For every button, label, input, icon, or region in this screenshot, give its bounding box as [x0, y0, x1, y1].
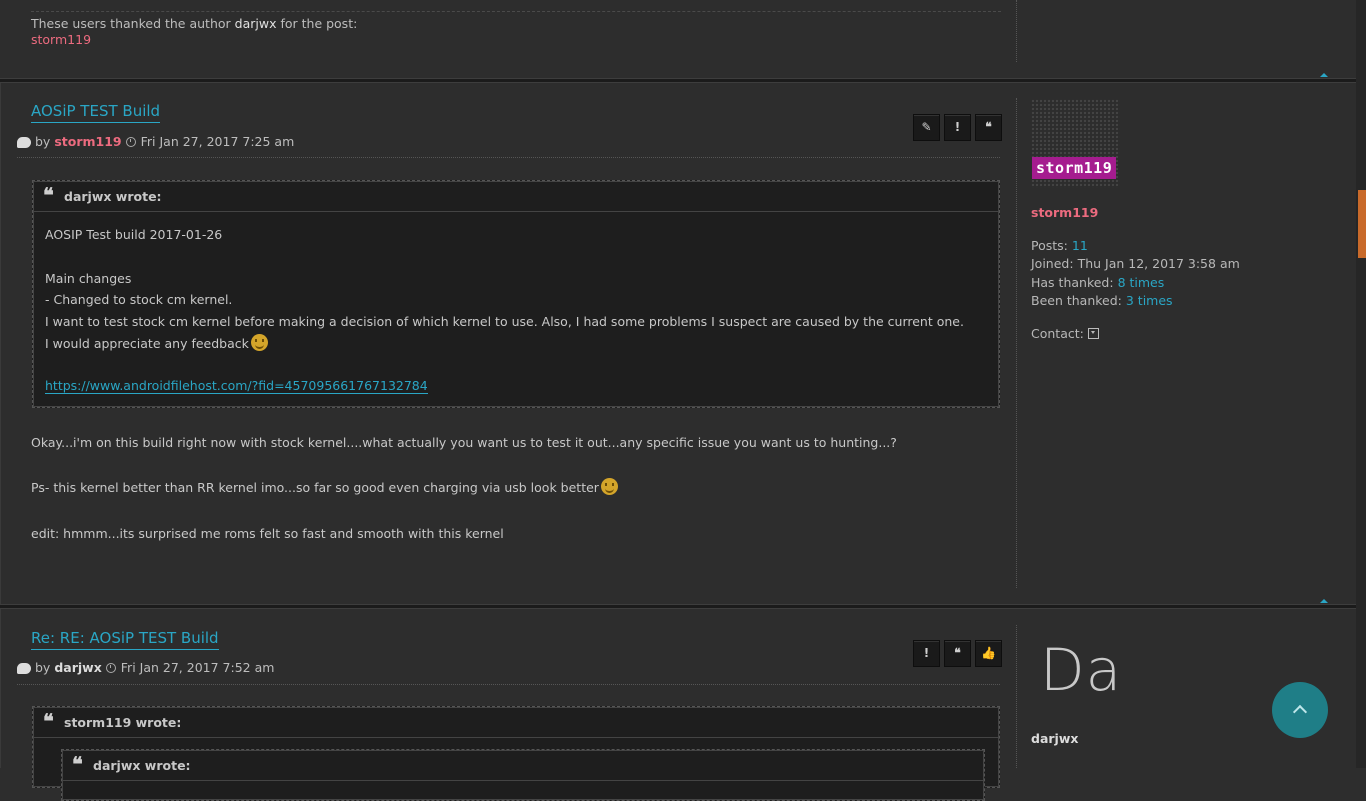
- posts-label: Posts:: [1031, 238, 1068, 253]
- by-label: by: [35, 134, 51, 149]
- edit-button[interactable]: ✎: [913, 114, 940, 141]
- quote-icon: ❝: [43, 709, 54, 733]
- profile-divider: [1016, 0, 1017, 62]
- quote-header: ❝ darjwx wrote:: [33, 181, 999, 212]
- nested-quote-author: darjwx wrote:: [93, 758, 191, 773]
- thank-button[interactable]: 👍: [975, 640, 1002, 667]
- profile-divider: [1016, 625, 1017, 768]
- joined-label: Joined:: [1031, 256, 1074, 271]
- post-date: Fri Jan 27, 2017 7:52 am: [120, 660, 275, 675]
- nested-quote-header: ❝ darjwx wrote:: [62, 750, 984, 781]
- has-thanked-label: Has thanked:: [1031, 275, 1114, 290]
- thanked-user-link[interactable]: storm119: [31, 32, 91, 47]
- avatar-name-tag: storm119: [1032, 157, 1117, 179]
- profile-username[interactable]: storm119: [1031, 205, 1098, 220]
- quote-icon: ❝: [43, 183, 54, 207]
- post-author-link[interactable]: darjwx: [54, 660, 101, 675]
- contact-label: Contact:: [1031, 326, 1084, 341]
- thanks-line: These users thanked the author darjwx fo…: [31, 16, 357, 31]
- edit-icon: ✎: [921, 120, 932, 134]
- been-thanked-link[interactable]: 3 times: [1126, 293, 1173, 308]
- report-button[interactable]: !: [913, 640, 940, 667]
- thanks-prefix: These users thanked the author: [31, 16, 231, 31]
- post-date: Fri Jan 27, 2017 7:25 am: [140, 134, 295, 149]
- quote-header: ❝ storm119 wrote:: [33, 707, 999, 738]
- back-to-top-icon[interactable]: [1320, 73, 1328, 77]
- report-icon: !: [954, 120, 961, 134]
- quote-button[interactable]: ❝: [944, 640, 971, 667]
- post-byline: by storm119 Fri Jan 27, 2017 7:25 am: [17, 134, 294, 149]
- profile-contact: Contact:: [1031, 326, 1099, 341]
- quote-icon: ❝: [72, 752, 83, 776]
- quote-line: AOSIP Test build 2017-01-26: [45, 227, 223, 242]
- quote-author: darjwx wrote:: [64, 189, 162, 204]
- quote-block: ❝ darjwx wrote: AOSIP Test build 2017-01…: [32, 180, 1000, 408]
- clock-icon: [105, 663, 116, 673]
- scrollbar-thumb[interactable]: [1358, 190, 1366, 258]
- post-icon: [17, 663, 31, 674]
- wink-emoji-icon: [600, 478, 618, 495]
- been-thanked-label: Been thanked:: [1031, 293, 1122, 308]
- profile-posts: Posts: 11: [1031, 238, 1088, 253]
- quote-icon: ❝: [954, 646, 961, 660]
- post-byline: by darjwx Fri Jan 27, 2017 7:52 am: [17, 660, 274, 675]
- joined-value: Thu Jan 12, 2017 3:58 am: [1077, 256, 1240, 271]
- divider: [31, 11, 1001, 12]
- quote-line: - Changed to stock cm kernel.: [45, 292, 233, 307]
- thanks-author[interactable]: darjwx: [235, 16, 277, 31]
- post-body-line: edit: hmmm...its surprised me roms felt …: [31, 526, 504, 541]
- quote-icon: ❝: [985, 120, 992, 134]
- thumbs-up-icon: 👍: [981, 646, 996, 660]
- scrollbar-track[interactable]: [1356, 0, 1366, 768]
- quote-line: Main changes: [45, 271, 132, 286]
- has-thanked-link[interactable]: 8 times: [1118, 275, 1165, 290]
- quote-line-text: I would appreciate any feedback: [45, 336, 249, 351]
- profile-been-thanked: Been thanked: 3 times: [1031, 293, 1173, 308]
- report-button[interactable]: !: [944, 114, 971, 141]
- previous-post: These users thanked the author darjwx fo…: [0, 0, 1356, 78]
- back-to-top-icon[interactable]: [1320, 599, 1328, 603]
- clock-icon: [125, 137, 136, 147]
- post-body-text: Ps- this kernel better than RR kernel im…: [31, 480, 599, 495]
- profile-username[interactable]: darjwx: [1031, 731, 1078, 746]
- post-head-divider: [17, 157, 1000, 158]
- post-head-divider: [17, 684, 1000, 685]
- post-title[interactable]: AOSiP TEST Build: [31, 102, 161, 123]
- post-body-line: Okay...i'm on this build right now with …: [31, 435, 897, 450]
- nested-quote-block: ❝ darjwx wrote:: [61, 749, 985, 801]
- post-body-line: Ps- this kernel better than RR kernel im…: [31, 478, 618, 495]
- post-author-link[interactable]: storm119: [54, 134, 121, 149]
- quote-author: storm119 wrote:: [64, 715, 182, 730]
- by-label: by: [35, 660, 51, 675]
- profile-joined: Joined: Thu Jan 12, 2017 3:58 am: [1031, 256, 1240, 271]
- profile-has-thanked: Has thanked: 8 times: [1031, 275, 1164, 290]
- scroll-to-top-button[interactable]: [1272, 682, 1328, 738]
- smile-emoji-icon: [250, 334, 268, 351]
- report-icon: !: [923, 646, 930, 660]
- quote-block: ❝ storm119 wrote: ❝ darjwx wrote:: [32, 706, 1000, 801]
- post-icon: [17, 137, 31, 148]
- profile-divider: [1016, 98, 1017, 588]
- quote-line: I want to test stock cm kernel before ma…: [45, 314, 964, 329]
- contact-dropdown-icon[interactable]: [1087, 328, 1099, 339]
- download-link[interactable]: https://www.androidfilehost.com/?fid=457…: [45, 378, 428, 394]
- posts-count-link[interactable]: 11: [1072, 238, 1088, 253]
- post-title[interactable]: Re: RE: AOSiP TEST Build: [31, 629, 219, 650]
- quote-line: I would appreciate any feedback: [45, 334, 268, 351]
- quote-button[interactable]: ❝: [975, 114, 1002, 141]
- avatar-letters[interactable]: Da: [1040, 636, 1122, 704]
- thanks-suffix: for the post:: [280, 16, 358, 31]
